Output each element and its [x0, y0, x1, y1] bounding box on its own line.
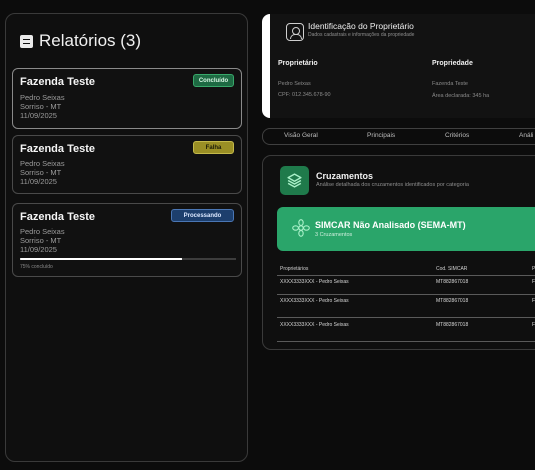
sidebar-header: Relatórios (3)	[20, 31, 141, 51]
simcar-banner-title: SIMCAR Não Analisado (SEMA-MT)	[315, 220, 466, 230]
report-location: Sorriso - MT	[20, 102, 62, 111]
proprietario-name: Pedro Seixas	[278, 81, 311, 87]
tab-criterios[interactable]: Critérios	[445, 132, 469, 139]
tab-analise[interactable]: Análi	[519, 132, 533, 139]
table-header-cod-simcar: Cod. SIMCAR	[436, 266, 468, 272]
report-name: Fazenda Teste	[20, 211, 95, 223]
tab-bar: Visão Geral Principais Critérios Análi	[262, 128, 535, 145]
table-cell-cod-simcar: MT882867018	[436, 322, 469, 328]
progress-label: 75% concluído	[20, 264, 53, 270]
tab-visao-geral[interactable]: Visão Geral	[284, 132, 318, 139]
report-name: Fazenda Teste	[20, 143, 95, 155]
report-card-3[interactable]: Fazenda Teste Processando Pedro Seixas S…	[12, 203, 242, 277]
progress-bar	[20, 258, 236, 260]
app-root: Relatórios (3) Fazenda Teste Concluído P…	[0, 0, 535, 470]
layers-icon	[280, 166, 309, 195]
sidebar-title: Relatórios (3)	[39, 31, 142, 50]
table-cell-proprietario: XXXX3333XXX - Pedro Seixas	[280, 322, 349, 328]
owner-identification-card: Identificação do Proprietário Dados cada…	[262, 14, 535, 118]
cruzamentos-title: Cruzamentos	[316, 171, 374, 181]
report-date: 11/09/2025	[20, 111, 57, 120]
progress-bar-fill	[20, 258, 182, 260]
reports-sidebar: Relatórios (3) Fazenda Teste Concluído P…	[5, 13, 248, 462]
status-badge-processando: Processando	[171, 209, 234, 222]
report-location: Sorriso - MT	[20, 236, 62, 245]
report-owner: Pedro Seixas	[20, 227, 65, 236]
simcar-banner-subtitle: 3 Cruzamentos	[315, 232, 353, 238]
table-divider	[277, 275, 535, 276]
table-header-proprietarios: Proprietários	[280, 266, 309, 272]
status-badge-falha: Falha	[193, 141, 234, 154]
report-card-1[interactable]: Fazenda Teste Concluído Pedro Seixas Sor…	[12, 68, 242, 129]
document-icon	[20, 34, 33, 48]
report-card-2[interactable]: Fazenda Teste Falha Pedro Seixas Sorriso…	[12, 135, 242, 194]
report-location: Sorriso - MT	[20, 168, 62, 177]
table-cell-proprietario: XXXX3333XXX - Pedro Seixas	[280, 298, 349, 304]
simcar-category-banner[interactable]: SIMCAR Não Analisado (SEMA-MT) 3 Cruzame…	[277, 207, 535, 251]
status-badge-concluido: Concluído	[193, 74, 234, 87]
proprietario-label: Proprietário	[278, 60, 318, 67]
table-cell-proprietario: XXXX3333XXX - Pedro Seixas	[280, 279, 349, 285]
flower-icon	[291, 218, 311, 243]
report-owner: Pedro Seixas	[20, 159, 65, 168]
table-cell-cod-simcar: MT882867018	[436, 279, 469, 285]
propriedade-area: Área declarada: 345 ha	[432, 93, 490, 99]
user-icon	[286, 23, 304, 41]
cruzamentos-subtitle: Análise detalhada dos cruzamentos identi…	[316, 182, 469, 188]
tab-principais[interactable]: Principais	[367, 132, 395, 139]
proprietario-cpf: CPF: 012.345.678-90	[278, 92, 331, 98]
report-name: Fazenda Teste	[20, 76, 95, 88]
propriedade-name: Fazenda Teste	[432, 81, 468, 87]
owner-card-title: Identificação do Proprietário	[308, 21, 414, 31]
table-divider	[277, 341, 535, 342]
table-cell-cod-simcar: MT882867018	[436, 298, 469, 304]
owner-card-subtitle: Dados cadastrais e informações da propri…	[308, 32, 415, 38]
cruzamentos-panel: Cruzamentos Análise detalhada dos cruzam…	[262, 155, 535, 350]
report-date: 11/09/2025	[20, 245, 57, 254]
table-divider	[277, 294, 535, 295]
report-owner: Pedro Seixas	[20, 93, 65, 102]
propriedade-label: Propriedade	[432, 60, 473, 67]
progress-bar-remaining	[182, 258, 236, 260]
report-date: 11/09/2025	[20, 177, 57, 186]
table-divider	[277, 317, 535, 318]
